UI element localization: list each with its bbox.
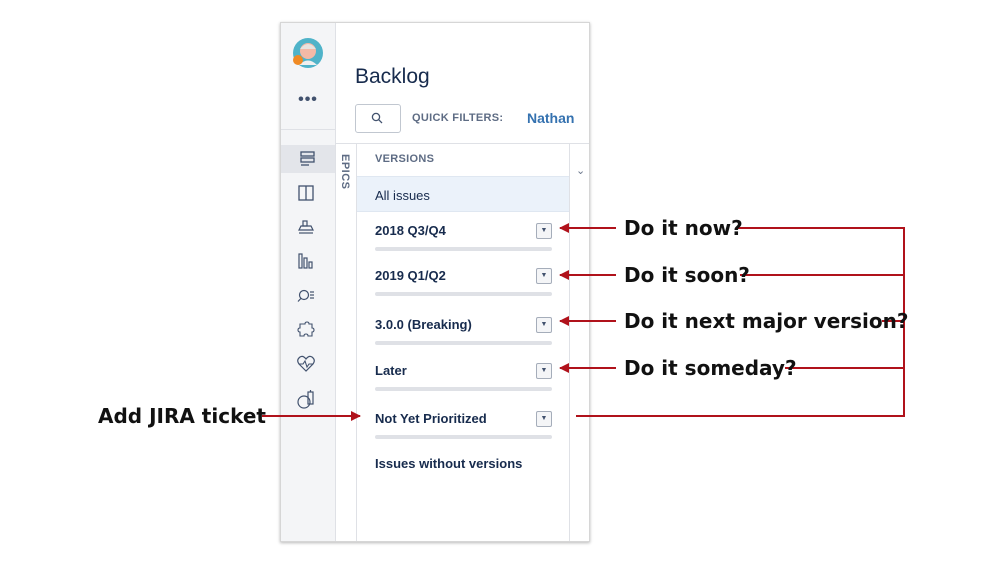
version-item[interactable]: Later ▼ <box>357 363 569 403</box>
version-dropdown-icon[interactable]: ▼ <box>536 317 552 333</box>
annotation-do-it-someday: Do it someday? <box>624 356 797 380</box>
annotation-do-it-soon: Do it soon? <box>624 263 750 287</box>
sidebar-item-issues[interactable] <box>296 286 320 310</box>
quick-filters-label: QUICK FILTERS: <box>412 112 504 124</box>
chevron-down-icon[interactable]: ⌄ <box>576 164 585 177</box>
search-input[interactable] <box>355 104 401 133</box>
annotation-do-it-now: Do it now? <box>624 216 743 240</box>
rail-divider <box>281 129 335 130</box>
epics-label: EPICS <box>339 154 351 190</box>
reports-icon <box>298 253 313 269</box>
version-dropdown-icon[interactable]: ▼ <box>536 411 552 427</box>
sidebar-item-releases[interactable] <box>296 216 320 240</box>
version-name: 3.0.0 (Breaking) <box>375 317 472 332</box>
epics-panel-toggle[interactable]: EPICS <box>336 143 357 541</box>
issues-search-icon <box>297 289 314 302</box>
version-dropdown-icon[interactable]: ▼ <box>536 363 552 379</box>
versions-collapse-toggle[interactable]: ⌄ <box>569 143 589 541</box>
board-icon <box>298 185 314 201</box>
versions-panel: VERSIONS All issues 2018 Q3/Q4 ▼ 2019 Q1… <box>357 143 569 541</box>
user-avatar[interactable] <box>292 37 324 69</box>
version-item[interactable]: Not Yet Prioritized ▼ <box>357 411 569 451</box>
version-name: 2018 Q3/Q4 <box>375 223 446 238</box>
quick-filter-nathan[interactable]: Nathan <box>527 110 574 126</box>
sidebar-item-reports[interactable] <box>296 251 320 275</box>
version-dropdown-icon[interactable]: ▼ <box>536 268 552 284</box>
all-issues-label: All issues <box>375 188 430 203</box>
versions-heading: VERSIONS <box>375 153 435 165</box>
version-item[interactable]: 2019 Q1/Q2 ▼ <box>357 268 569 308</box>
backlog-icon <box>300 151 315 166</box>
more-icon[interactable]: ••• <box>281 91 335 109</box>
version-name: Not Yet Prioritized <box>375 411 487 426</box>
addons-icon <box>297 321 315 337</box>
sidebar-item-health[interactable] <box>296 354 320 378</box>
page-title: Backlog <box>355 65 430 88</box>
all-issues-item[interactable]: All issues <box>357 176 569 212</box>
sidebar-item-settings[interactable] <box>296 389 320 413</box>
releases-icon <box>298 220 314 234</box>
settings-icon <box>297 390 314 409</box>
annotation-add-jira-ticket: Add JIRA ticket <box>98 404 266 428</box>
version-progress-bar <box>375 341 552 345</box>
version-name: 2019 Q1/Q2 <box>375 268 446 283</box>
annotation-do-it-next-major: Do it next major version? <box>624 309 909 333</box>
sidebar-item-backlog[interactable] <box>281 145 335 173</box>
version-progress-bar <box>375 435 552 439</box>
version-progress-bar <box>375 292 552 296</box>
version-progress-bar <box>375 247 552 251</box>
version-progress-bar <box>375 387 552 391</box>
sidebar-item-addons[interactable] <box>296 320 320 344</box>
sidebar-item-board[interactable] <box>296 183 320 207</box>
version-item[interactable]: 2018 Q3/Q4 ▼ <box>357 223 569 263</box>
version-item[interactable]: 3.0.0 (Breaking) ▼ <box>357 317 569 357</box>
backlog-main: Backlog QUICK FILTERS: Nathan EPICS VERS… <box>336 23 589 541</box>
health-icon <box>297 355 315 372</box>
sidebar-rail: ••• <box>281 23 336 541</box>
search-icon <box>371 112 383 124</box>
version-name: Later <box>375 363 407 378</box>
jira-backlog-panel: ••• Backlog QUICK FILTERS: Nathan EPICS … <box>280 22 590 542</box>
issues-without-versions[interactable]: Issues without versions <box>375 456 522 471</box>
version-dropdown-icon[interactable]: ▼ <box>536 223 552 239</box>
